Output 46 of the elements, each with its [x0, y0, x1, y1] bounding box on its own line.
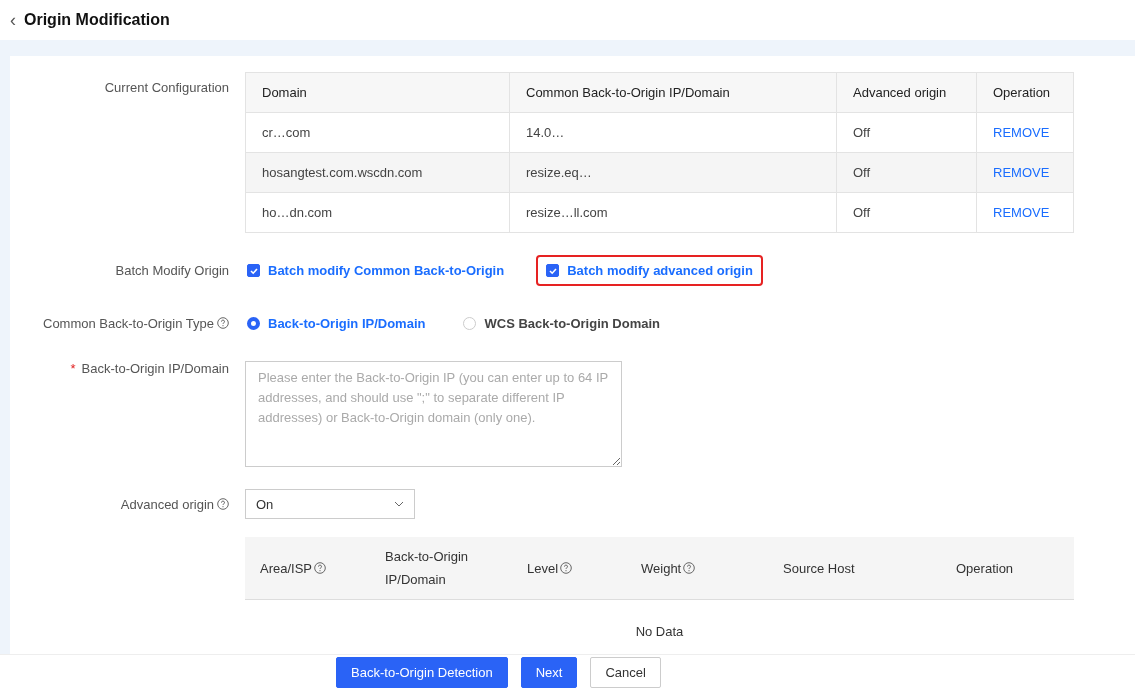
page-title: Origin Modification [24, 11, 170, 29]
action-button[interactable]: Back-to-Origin Detection [336, 657, 508, 688]
action-button[interactable]: Cancel [590, 657, 661, 688]
advanced-origin-select[interactable]: On [245, 489, 415, 519]
empty-text: No Data [635, 624, 684, 639]
column-header: Domain [245, 72, 510, 113]
table-cell: Off [836, 192, 977, 233]
radio-button[interactable] [247, 317, 260, 330]
field-label: Advanced origin [120, 496, 214, 512]
action-button[interactable]: Next [520, 657, 578, 688]
table-cell: cr…com [245, 112, 510, 153]
column-header: Source Host [783, 560, 855, 576]
table-cell: 14.0… [509, 112, 837, 153]
field-label: Current Configuration [104, 80, 229, 95]
column-header: Operation [976, 72, 1074, 113]
help-icon[interactable] [217, 497, 229, 510]
table-cell: hosangtest.com.wscdn.com [245, 152, 510, 193]
help-icon[interactable] [560, 562, 573, 574]
radio-option[interactable]: Back-to-Origin IP/Domain [237, 308, 436, 339]
checkbox-option[interactable]: Batch modify advanced origin [536, 255, 763, 286]
checkbox[interactable] [247, 264, 260, 277]
checkbox[interactable] [546, 264, 560, 277]
column-header: Operation [956, 560, 1014, 576]
table-cell: resize…ll.com [509, 192, 837, 233]
column-header: Weight [641, 560, 682, 576]
field-label: Batch Modify Origin [115, 263, 229, 278]
column-header: Back-to-Origin IP/Domain [385, 548, 470, 589]
help-icon[interactable] [217, 317, 229, 329]
required-mark: * [70, 361, 76, 376]
chevron-icon [394, 501, 404, 507]
column-header: Advanced origin [836, 72, 977, 113]
column-header: Area/ISP [260, 560, 313, 576]
column-header: Common Back-to-Origin IP/Domain [509, 72, 837, 113]
table-cell: Off [836, 112, 977, 153]
origin-input-field[interactable]: Please enter the Back-to-Origin IP (you can enter up to 64 IP addresses, and should use ";" to separate different IP addresses) or Back-to-Origin domain (only one). [245, 361, 622, 467]
table-cell: Off [836, 152, 977, 193]
help-icon[interactable] [314, 562, 327, 574]
table-cell: resize.eq… [509, 152, 837, 193]
help-icon[interactable] [683, 562, 696, 574]
table-cell: ho…dn.com [245, 192, 510, 233]
radio-option[interactable]: WCS Back-to-Origin Domain [453, 308, 670, 339]
field-label: Back-to-Origin IP/Domain [81, 361, 229, 376]
field-label: Common Back-to-Origin Type [43, 316, 214, 331]
checkbox-option[interactable]: Batch modify Common Back-to-Origin [237, 255, 515, 286]
column-header: Level [527, 560, 559, 576]
back-icon[interactable]: ‹ [10, 9, 16, 31]
